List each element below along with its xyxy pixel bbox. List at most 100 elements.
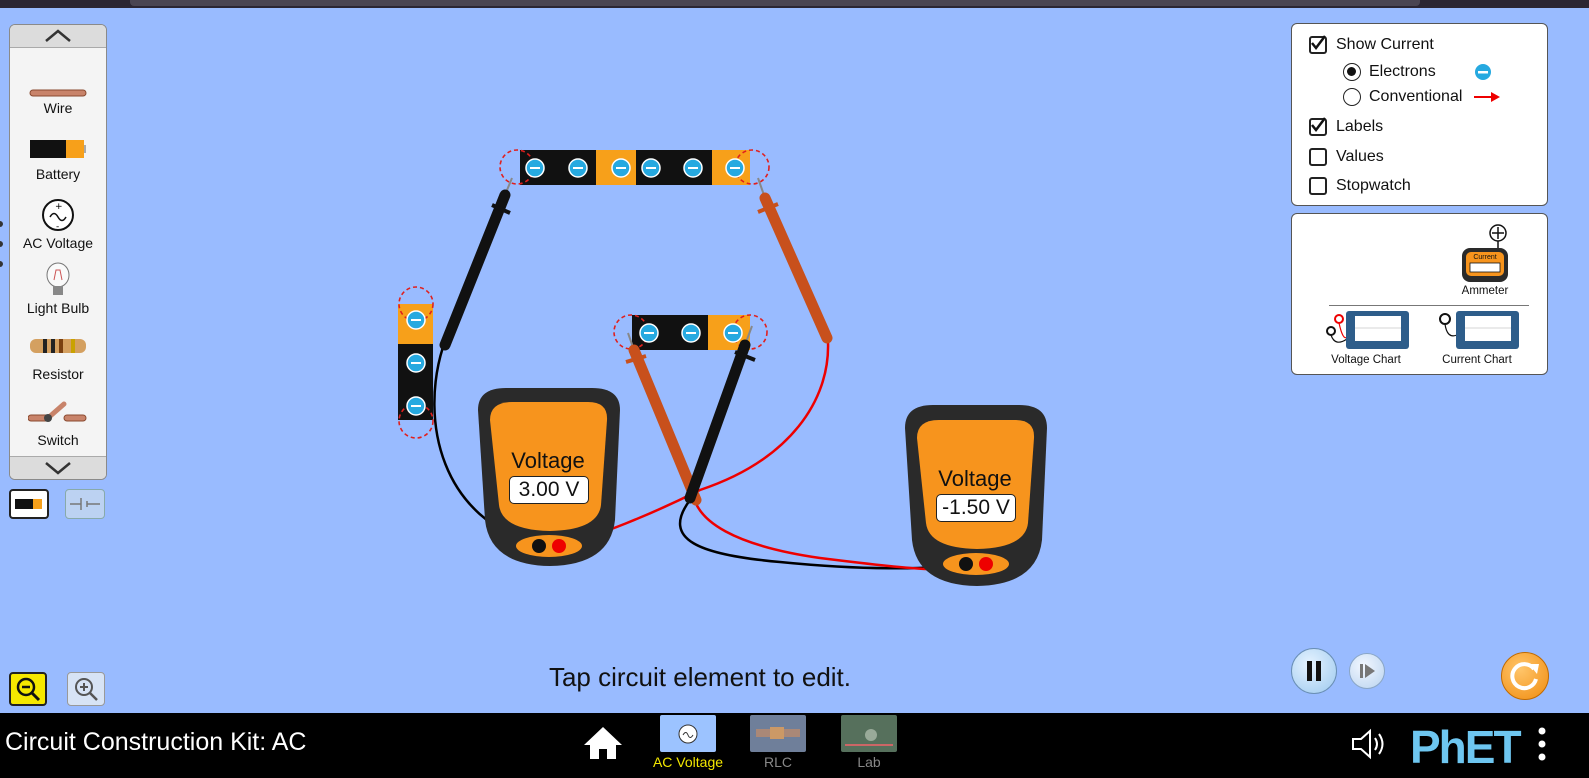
stopwatch-checkbox[interactable] xyxy=(1309,177,1327,195)
voltmeter-2-label: Voltage xyxy=(938,466,1012,491)
black-terminal xyxy=(959,557,973,571)
electron-icon xyxy=(1475,64,1491,80)
toolbox-item-label: Switch xyxy=(37,432,79,448)
arrow-right-icon xyxy=(1474,92,1500,102)
svg-text:PhET: PhET xyxy=(1410,721,1521,769)
voltage-chart-tool[interactable] xyxy=(1325,311,1411,351)
phet-logo: PhET xyxy=(1410,719,1528,773)
values-checkbox[interactable] xyxy=(1309,148,1327,166)
red-probe-1[interactable] xyxy=(757,177,833,344)
phet-logo-icon: PhET xyxy=(1410,721,1523,773)
kebab-menu-icon xyxy=(1538,727,1546,761)
ammeter-face-text: Current xyxy=(1473,254,1497,261)
reset-all-button[interactable] xyxy=(1501,652,1549,700)
battery-2[interactable] xyxy=(636,149,770,185)
red-terminal xyxy=(552,539,566,553)
labels-checkbox[interactable] xyxy=(1309,117,1327,136)
screen-tab-label: AC Voltage xyxy=(652,754,724,770)
checkmark-icon xyxy=(1311,117,1326,133)
ammeter-icon xyxy=(1462,224,1508,282)
more-options-button[interactable] xyxy=(1534,725,1550,765)
sound-toggle-button[interactable] xyxy=(1350,727,1392,761)
checkmark-icon xyxy=(1311,35,1326,51)
app-title: Circuit Construction Kit: AC xyxy=(5,728,307,756)
navigation-bar: Circuit Construction Kit: AC AC Voltage … xyxy=(0,713,1589,778)
toolbox-item-resistor[interactable]: Resistor xyxy=(10,328,106,388)
home-icon xyxy=(584,727,622,759)
current-chart-tool[interactable] xyxy=(1435,311,1521,351)
voltmeter-2-readout: -1.50 V xyxy=(936,494,1016,522)
light-bulb-icon xyxy=(28,262,88,298)
zoom-in-icon xyxy=(75,678,98,701)
toolbox-item-label: AC Voltage xyxy=(22,235,94,251)
speaker-icon xyxy=(1352,728,1384,760)
rlc-circuit-icon xyxy=(756,727,800,739)
electrons-radio[interactable] xyxy=(1343,63,1361,81)
reset-icon xyxy=(1510,662,1539,691)
toolbox-item-label: Resistor xyxy=(32,366,84,382)
lab-thumbnail xyxy=(841,715,897,752)
toolbox-item-battery[interactable]: Battery xyxy=(10,135,106,195)
play-area[interactable]: Voltage 3.00 V Voltage -1.50 V Wire Batt… xyxy=(0,8,1589,722)
display-options-panel: Show Current Electrons Conventional Labe… xyxy=(1291,23,1548,206)
current-chart-label: Current Chart xyxy=(1442,354,1512,366)
switch-icon xyxy=(28,394,88,430)
browser-top-bar xyxy=(0,0,1589,8)
ac-voltage-thumbnail xyxy=(660,715,716,752)
toolbox-scroll-up-button[interactable] xyxy=(10,25,106,48)
toolbox-item-switch[interactable]: Switch xyxy=(10,394,106,454)
ammeter-tool[interactable]: Current xyxy=(1458,222,1514,284)
rlc-thumbnail xyxy=(750,715,806,752)
battery-1[interactable] xyxy=(499,149,636,185)
schematic-view-button[interactable] xyxy=(65,489,105,519)
screen-tab-rlc[interactable]: RLC xyxy=(740,713,816,778)
ac-voltage-icon: + - xyxy=(28,197,88,233)
toolbox-item-ac-voltage[interactable]: + - AC Voltage xyxy=(10,197,106,257)
step-forward-button[interactable] xyxy=(1349,653,1385,689)
labels-label: Labels xyxy=(1336,118,1384,135)
conventional-label: Conventional xyxy=(1369,88,1463,105)
ammeter-label: Ammeter xyxy=(1461,285,1509,297)
show-current-checkbox[interactable] xyxy=(1309,35,1327,54)
edge-marks xyxy=(0,221,3,267)
battery-3[interactable] xyxy=(398,286,434,439)
svg-text:-: - xyxy=(56,222,59,232)
sensor-toolbox: Current Ammeter Voltage Chart Current Ch… xyxy=(1291,213,1548,375)
chevron-down-icon xyxy=(45,462,71,475)
home-button[interactable] xyxy=(582,725,624,761)
values-label: Values xyxy=(1336,148,1384,165)
pause-icon xyxy=(1307,661,1321,681)
toolbox-item-light-bulb[interactable]: Light Bulb xyxy=(10,262,106,322)
electrons-label: Electrons xyxy=(1369,63,1436,80)
current-chart-icon xyxy=(1439,311,1519,349)
toolbox-item-label: Wire xyxy=(43,100,73,116)
zoom-out-icon xyxy=(16,677,41,702)
toolbox-scroll-down-button[interactable] xyxy=(10,456,106,479)
black-terminal xyxy=(532,539,546,553)
red-probe-2[interactable] xyxy=(625,332,702,506)
toolbox-item-label: Light Bulb xyxy=(26,300,90,316)
black-probe-1[interactable] xyxy=(439,177,513,351)
top-bar-highlight xyxy=(130,0,1420,6)
screen-tab-label: RLC xyxy=(763,754,792,770)
screen-tab-label: Lab xyxy=(857,754,881,770)
play-pause-button[interactable] xyxy=(1291,648,1337,694)
component-toolbox: Wire Battery + - AC Voltage Light Bulb Re… xyxy=(9,24,107,480)
voltmeter-1-label: Voltage xyxy=(511,448,585,473)
conventional-radio[interactable] xyxy=(1343,88,1361,106)
battery-icon xyxy=(28,131,88,167)
red-terminal xyxy=(979,557,993,571)
screen-tab-lab[interactable]: Lab xyxy=(831,713,907,778)
black-probe-2[interactable] xyxy=(684,325,756,504)
ac-voltage-icon xyxy=(678,724,698,744)
schematic-battery-icon xyxy=(70,498,100,510)
zoom-out-button[interactable] xyxy=(9,672,47,706)
toolbox-item-wire[interactable]: Wire xyxy=(10,75,106,135)
voltmeter-1-readout: 3.00 V xyxy=(509,476,589,504)
svg-text:+: + xyxy=(55,202,63,212)
zoom-in-button[interactable] xyxy=(67,672,105,706)
lifelike-view-button[interactable] xyxy=(9,489,49,519)
screen-tab-ac-voltage[interactable]: AC Voltage xyxy=(650,713,726,778)
voltage-chart-label: Voltage Chart xyxy=(1331,354,1401,366)
battery-icon xyxy=(15,499,42,509)
